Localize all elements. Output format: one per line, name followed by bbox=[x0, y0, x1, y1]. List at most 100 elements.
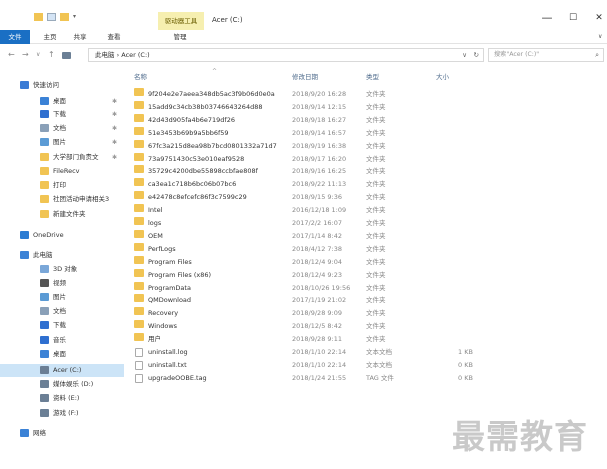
sidebar-item[interactable]: 视频 bbox=[0, 277, 124, 290]
file-row[interactable]: Program Files 2018/12/4 9:04 文件夹 bbox=[128, 255, 607, 269]
sidebar-item[interactable]: 音乐 bbox=[0, 334, 124, 347]
file-row[interactable]: 42d43d905fa4b6e719df26 2018/9/18 16:27 文件夹 bbox=[128, 113, 607, 127]
sidebar-item[interactable]: 游戏 (F:) bbox=[0, 407, 124, 420]
tab-view[interactable]: 查看 bbox=[102, 30, 126, 44]
file-row[interactable]: logs 2017/2/2 16:07 文件夹 bbox=[128, 217, 607, 230]
dropdown-icon[interactable]: ▾ bbox=[73, 13, 79, 21]
sidebar-item-label: 音乐 bbox=[53, 336, 66, 344]
sidebar-item[interactable]: 图片 bbox=[0, 291, 124, 304]
file-row[interactable]: e42478c8efcefc86f3c7599c29 2018/9/15 9:36… bbox=[128, 191, 607, 204]
music-icon bbox=[40, 336, 49, 344]
file-row[interactable]: Program Files (x86) 2018/12/4 9:23 文件夹 bbox=[128, 268, 607, 282]
new-folder-icon[interactable] bbox=[60, 13, 69, 21]
sidebar-item[interactable]: 此电脑 bbox=[0, 249, 124, 262]
sidebar-item[interactable]: 资料 (E:) bbox=[0, 392, 124, 405]
folder-icon bbox=[134, 307, 144, 316]
sidebar-item-label: 下载 bbox=[53, 321, 66, 329]
sidebar-item-label: 大学部门負责文 bbox=[53, 153, 99, 161]
sidebar-item-label: 此电脑 bbox=[33, 251, 53, 259]
file-row[interactable]: 用户 2018/9/28 9:11 文件夹 bbox=[128, 333, 607, 346]
sidebar-item[interactable]: 文档 ✱ bbox=[0, 122, 124, 135]
file-date: 2018/9/14 16:57 bbox=[292, 128, 347, 137]
picture-icon bbox=[40, 293, 49, 301]
tab-manage[interactable]: 管理 bbox=[168, 30, 192, 44]
file-date: 2018/9/20 16:28 bbox=[292, 90, 347, 98]
sidebar-item[interactable]: 网络 bbox=[0, 427, 124, 440]
breadcrumb[interactable]: 此电脑 › Acer (C:) bbox=[95, 51, 150, 59]
folder-icon bbox=[134, 139, 144, 148]
tab-home[interactable]: 主页 bbox=[38, 30, 62, 44]
minimize-button[interactable]: — bbox=[540, 12, 554, 24]
ribbon-expand-icon[interactable]: ∨ bbox=[598, 33, 602, 40]
column-header-type[interactable]: 类型 bbox=[366, 71, 379, 81]
sidebar-item[interactable]: Acer (C:) bbox=[0, 364, 124, 377]
sidebar-item[interactable]: 快速访问 bbox=[0, 79, 124, 92]
file-row[interactable]: ProgramData 2018/10/26 19:56 文件夹 bbox=[128, 281, 607, 295]
file-row[interactable]: ca3ea1c718b6bc06b07bc6 2018/9/22 11:13 文件夹 bbox=[128, 178, 607, 191]
sidebar-item-label: 打印 bbox=[53, 181, 66, 189]
file-row[interactable]: OEM 2017/1/14 8:42 文件夹 bbox=[128, 229, 607, 243]
tab-file[interactable]: 文件 bbox=[0, 30, 30, 44]
file-row[interactable]: 15add9c34cb38b03746643264d88 2018/9/14 12… bbox=[128, 100, 607, 114]
file-row[interactable]: QMDownload 2017/1/19 21:02 文件夹 bbox=[128, 294, 607, 307]
sidebar-item[interactable]: 新建文件夹 bbox=[0, 208, 124, 221]
sidebar-item[interactable]: 桌面 ✱ bbox=[0, 95, 124, 108]
forward-icon[interactable]: → bbox=[22, 50, 29, 59]
search-icon[interactable]: ⌕ bbox=[595, 49, 599, 61]
file-row[interactable]: 73a9751430c53e010eaf9528 2018/9/17 16:20 文… bbox=[128, 152, 607, 166]
refresh-icon[interactable]: ↻ bbox=[474, 49, 479, 61]
sidebar-item[interactable]: 3D 对象 bbox=[0, 263, 124, 276]
address-bar[interactable]: 此电脑 › Acer (C:) ∨ ↻ bbox=[88, 48, 484, 62]
sidebar-item-label: 桌面 bbox=[53, 350, 66, 358]
sidebar-item[interactable]: 大学部门負责文 ✱ bbox=[0, 151, 124, 164]
file-row[interactable]: uninstall.log 2018/1/10 22:14 文本文档 1 KB bbox=[128, 346, 607, 359]
close-button[interactable]: ✕ bbox=[592, 12, 606, 24]
file-name: OEM bbox=[148, 231, 163, 240]
column-header-name[interactable]: 名称 ^ bbox=[134, 68, 217, 81]
file-date: 2018/9/16 16:25 bbox=[292, 167, 347, 176]
up-icon[interactable]: ↑ bbox=[48, 50, 55, 59]
drive-icon bbox=[40, 409, 49, 417]
file-date: 2018/1/10 22:14 bbox=[292, 348, 347, 356]
file-row[interactable]: PerfLogs 2018/4/12 7:38 文件夹 bbox=[128, 242, 607, 256]
sidebar-item[interactable]: OneDrive bbox=[0, 229, 124, 242]
sidebar-item[interactable]: 下载 bbox=[0, 319, 124, 332]
sidebar-item[interactable]: FileRecv bbox=[0, 165, 124, 178]
sidebar-item[interactable]: 社团活动申请相关3 bbox=[0, 193, 124, 206]
file-row[interactable]: 67fc3a215d8ea98b7bcd0801332a71d7 2018/9/1… bbox=[128, 139, 607, 153]
sidebar-item[interactable]: 图片 ✱ bbox=[0, 136, 124, 149]
tab-share[interactable]: 共享 bbox=[68, 30, 92, 44]
address-dropdown-icon[interactable]: ∨ bbox=[462, 49, 467, 61]
file-row[interactable]: 35729c4200dbe55898ccbfae808f 2018/9/16 16… bbox=[128, 165, 607, 178]
file-row[interactable]: upgradeOOBE.tag 2018/1/24 21:55 TAG 文件 0 KB bbox=[128, 372, 607, 385]
file-date: 2018/9/14 12:15 bbox=[292, 102, 347, 111]
sidebar-item[interactable]: 文档 bbox=[0, 305, 124, 318]
sidebar-item[interactable]: 媒体娱乐 (D:) bbox=[0, 378, 124, 391]
sidebar-item-label: 下载 bbox=[53, 110, 66, 118]
file-name: e42478c8efcefc86f3c7599c29 bbox=[148, 193, 247, 202]
search-input[interactable]: 搜索"Acer (C:)" ⌕ bbox=[488, 48, 604, 62]
column-header-size[interactable]: 大小 bbox=[436, 71, 449, 81]
sidebar-item[interactable]: 打印 bbox=[0, 179, 124, 192]
file-row[interactable]: 9f204e2e7aeea348db5ac3f9b06d0e0a 2018/9/2… bbox=[128, 88, 607, 101]
file-date: 2018/12/4 9:04 bbox=[292, 257, 342, 266]
column-header-date[interactable]: 修改日期 bbox=[292, 71, 318, 81]
file-row[interactable]: 51e3453b69b9a5bb6f59 2018/9/14 16:57 文件夹 bbox=[128, 126, 607, 140]
properties-icon[interactable] bbox=[47, 13, 56, 21]
file-row[interactable]: Recovery 2018/9/28 9:09 文件夹 bbox=[128, 307, 607, 320]
maximize-button[interactable]: ☐ bbox=[566, 12, 580, 24]
sidebar-item[interactable]: 下载 ✱ bbox=[0, 108, 124, 121]
recent-chevron-icon[interactable]: ∨ bbox=[36, 51, 40, 58]
pin-icon: ✱ bbox=[112, 125, 118, 132]
folder-icon bbox=[134, 333, 144, 342]
file-row[interactable]: Windows 2018/12/5 8:42 文件夹 bbox=[128, 320, 607, 333]
sidebar-item[interactable]: 桌面 bbox=[0, 348, 124, 361]
folder-icon bbox=[134, 165, 144, 174]
file-row[interactable]: uninstall.txt 2018/1/10 22:14 文本文档 0 KB bbox=[128, 359, 607, 372]
document-icon bbox=[40, 124, 49, 132]
address-row: ← → ∨ ↑ 此电脑 › Acer (C:) ∨ ↻ 搜索"Acer (C:)… bbox=[0, 44, 607, 66]
file-row[interactable]: Intel 2016/12/18 1:09 文件夹 bbox=[128, 204, 607, 217]
sidebar-item-label: 新建文件夹 bbox=[53, 210, 86, 218]
back-icon[interactable]: ← bbox=[8, 50, 15, 59]
drive-tools-context-tab[interactable]: 驱动器工具 bbox=[158, 12, 204, 30]
